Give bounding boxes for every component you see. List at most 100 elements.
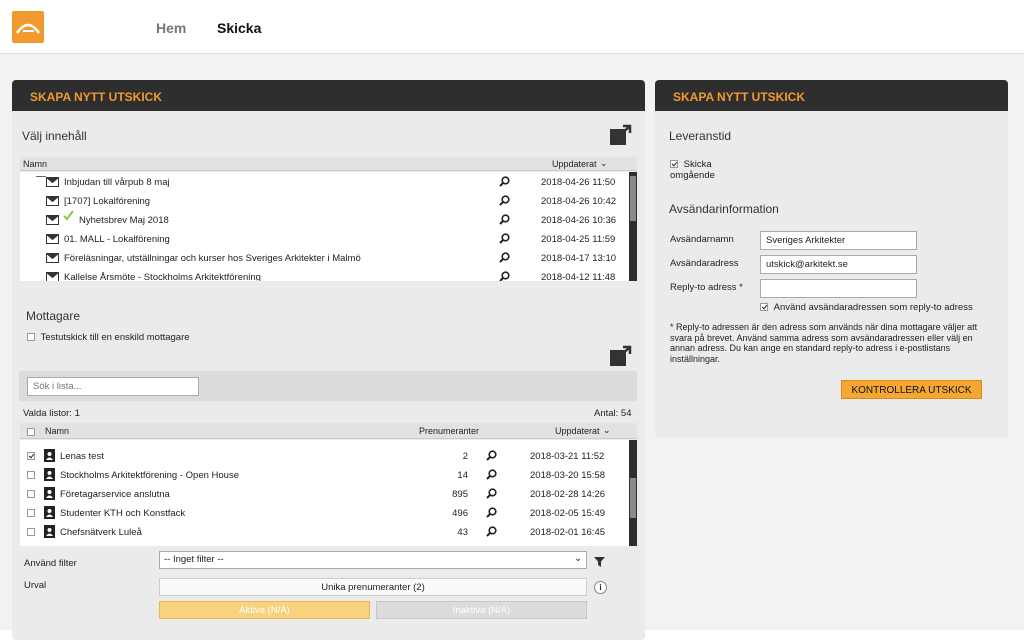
col-name: Namn (23, 159, 48, 169)
checkmark-icon (63, 210, 74, 224)
test-send-label: Testutskick till en enskild mottagare (40, 332, 190, 343)
sender-info-title: Avsändarinformation (669, 202, 779, 216)
check-send-button[interactable]: KONTROLLERA UTSKICK (841, 380, 982, 399)
export-icon[interactable] (609, 124, 633, 146)
content-name: Inbjudan till vårpub 8 maj (64, 177, 170, 188)
sender-address-input[interactable] (760, 255, 917, 274)
send-now-option[interactable]: Skicka omgående (670, 159, 715, 181)
recipients-section-title: Mottagare (26, 309, 81, 323)
panel-title: SKAPA NYTT UTSKICK (12, 80, 645, 111)
content-row[interactable]: [1707] Lokalförening 2018-04-26 10:42 (20, 193, 629, 212)
preview-icon[interactable] (499, 214, 510, 228)
use-sender-reply-label: Använd avsändaradressen som reply-to adr… (773, 302, 973, 313)
send-now-checkbox[interactable] (670, 160, 678, 169)
panel-title: SKAPA NYTT UTSKICK (655, 80, 1008, 111)
col-updated[interactable]: Uppdaterat (555, 426, 600, 436)
content-section-title: Välj innehåll (22, 129, 87, 143)
preview-icon[interactable] (499, 252, 510, 266)
list-name: Företagarservice anslutna (60, 489, 170, 500)
content-date: 2018-04-26 10:42 (541, 196, 617, 207)
row-checkbox[interactable] (27, 470, 35, 481)
list-row[interactable]: Chefsnätverk Luleå 43 2018-02-01 16:45 (20, 524, 629, 543)
preview-icon[interactable] (499, 176, 510, 190)
list-name: Studenter KTH och Konstfack (60, 508, 186, 519)
row-checkbox[interactable] (27, 489, 35, 500)
filter-value: -- Inget filter -- (164, 554, 224, 565)
list-subscribers: 14 (457, 470, 468, 481)
content-row[interactable]: Inbjudan till vårpub 8 maj 2018-04-26 11… (20, 174, 629, 193)
content-scrollbar[interactable] (629, 172, 637, 281)
export-icon[interactable] (609, 345, 633, 367)
list-date: 2018-03-20 15:58 (530, 470, 606, 481)
reply-to-input[interactable] (760, 279, 917, 298)
scrollbar-thumb[interactable] (630, 478, 636, 518)
info-icon[interactable]: i (594, 581, 607, 594)
filter-select[interactable]: -- Inget filter -- ⌄ (159, 551, 587, 569)
row-checkbox[interactable] (27, 527, 35, 538)
row-checkbox[interactable] (27, 451, 35, 462)
scrollbar-thumb[interactable] (630, 176, 636, 221)
filter-label: Använd filter (24, 558, 77, 569)
preview-icon[interactable] (486, 488, 497, 502)
test-send-option[interactable]: Testutskick till en enskild mottagare (27, 332, 190, 343)
preview-icon[interactable] (486, 507, 497, 521)
list-scrollbar[interactable] (629, 440, 637, 546)
select-all-checkbox[interactable] (27, 426, 35, 436)
preview-icon[interactable] (499, 271, 510, 281)
inactive-button[interactable]: Inaktiva (N/A) (376, 601, 587, 619)
content-name: [1707] Lokalförening (64, 196, 151, 207)
content-date: 2018-04-12 11:48 (541, 272, 616, 281)
send-now-label-2: omgående (670, 170, 715, 181)
contact-book-icon (44, 525, 55, 541)
sender-name-input[interactable] (760, 231, 917, 250)
app-logo[interactable] (12, 11, 44, 43)
active-button[interactable]: Aktiva (N/A) (159, 601, 370, 619)
preview-icon[interactable] (486, 450, 497, 464)
row-checkbox[interactable] (27, 508, 35, 519)
use-sender-reply-option[interactable]: Använd avsändaradressen som reply-to adr… (760, 302, 973, 313)
nav-send[interactable]: Skicka (217, 20, 261, 36)
list-row[interactable]: Stockholms Arkitektförening - Open House… (20, 467, 629, 486)
top-bar: Hem Skicka (0, 0, 1024, 54)
nav-home[interactable]: Hem (156, 20, 186, 36)
content-row-selected[interactable]: Nyhetsbrev Maj 2018 2018-04-26 10:36 (20, 210, 629, 231)
content-name: Föreläsningar, utställningar och kurser … (64, 253, 361, 264)
list-row[interactable]: Företagarservice anslutna 895 2018-02-28… (20, 486, 629, 505)
contact-book-icon (44, 468, 55, 484)
content-name: Nyhetsbrev Maj 2018 (79, 215, 169, 226)
content-date: 2018-04-26 11:50 (541, 177, 616, 188)
mailing-list: Lenas test 2 2018-03-21 11:52 Stockholms… (20, 440, 629, 546)
selected-lists: Valda listor: 1 (23, 408, 80, 419)
send-now-label-1: Skicka (683, 159, 712, 170)
unique-subscribers-button[interactable]: Unika prenumeranter (2) (159, 578, 587, 596)
sender-name-label: Avsändarnamn (670, 234, 734, 245)
reply-to-label: Reply-to adress * (670, 282, 743, 293)
use-sender-reply-checkbox[interactable] (760, 303, 768, 312)
list-name: Stockholms Arkitektförening - Open House (60, 470, 240, 481)
content-table-header: Namn Uppdaterat ⌄ (20, 157, 637, 171)
col-updated[interactable]: Uppdaterat (552, 159, 597, 169)
list-subscribers: 895 (452, 489, 468, 500)
content-date: 2018-04-17 13:10 (541, 253, 617, 264)
list-date: 2018-03-21 11:52 (530, 451, 605, 462)
content-row[interactable]: Kallelse Årsmöte - Stockholms Arkitektfö… (20, 269, 629, 281)
envelope-icon (46, 176, 59, 190)
content-row[interactable]: 01. MALL - Lokalförening 2018-04-25 11:5… (20, 231, 629, 250)
filter-icon[interactable] (594, 557, 605, 570)
recipient-count: Antal: 54 (594, 408, 632, 419)
preview-icon[interactable] (499, 233, 510, 247)
envelope-icon (46, 271, 59, 281)
content-row[interactable]: Föreläsningar, utställningar och kurser … (20, 250, 629, 269)
chevron-down-icon[interactable]: ⌄ (600, 158, 608, 169)
search-input[interactable] (27, 377, 199, 396)
test-send-checkbox[interactable] (27, 333, 35, 342)
list-row[interactable]: Studenter KTH och Konstfack 496 2018-02-… (20, 505, 629, 524)
chevron-down-icon[interactable]: ⌄ (603, 425, 611, 436)
envelope-icon (46, 195, 59, 209)
preview-icon[interactable] (499, 195, 510, 209)
chevron-down-icon: ⌄ (574, 553, 582, 564)
list-name: Chefsnätverk Luleå (60, 527, 142, 538)
list-row[interactable]: Lenas test 2 2018-03-21 11:52 (20, 448, 629, 467)
preview-icon[interactable] (486, 469, 497, 483)
preview-icon[interactable] (486, 526, 497, 540)
